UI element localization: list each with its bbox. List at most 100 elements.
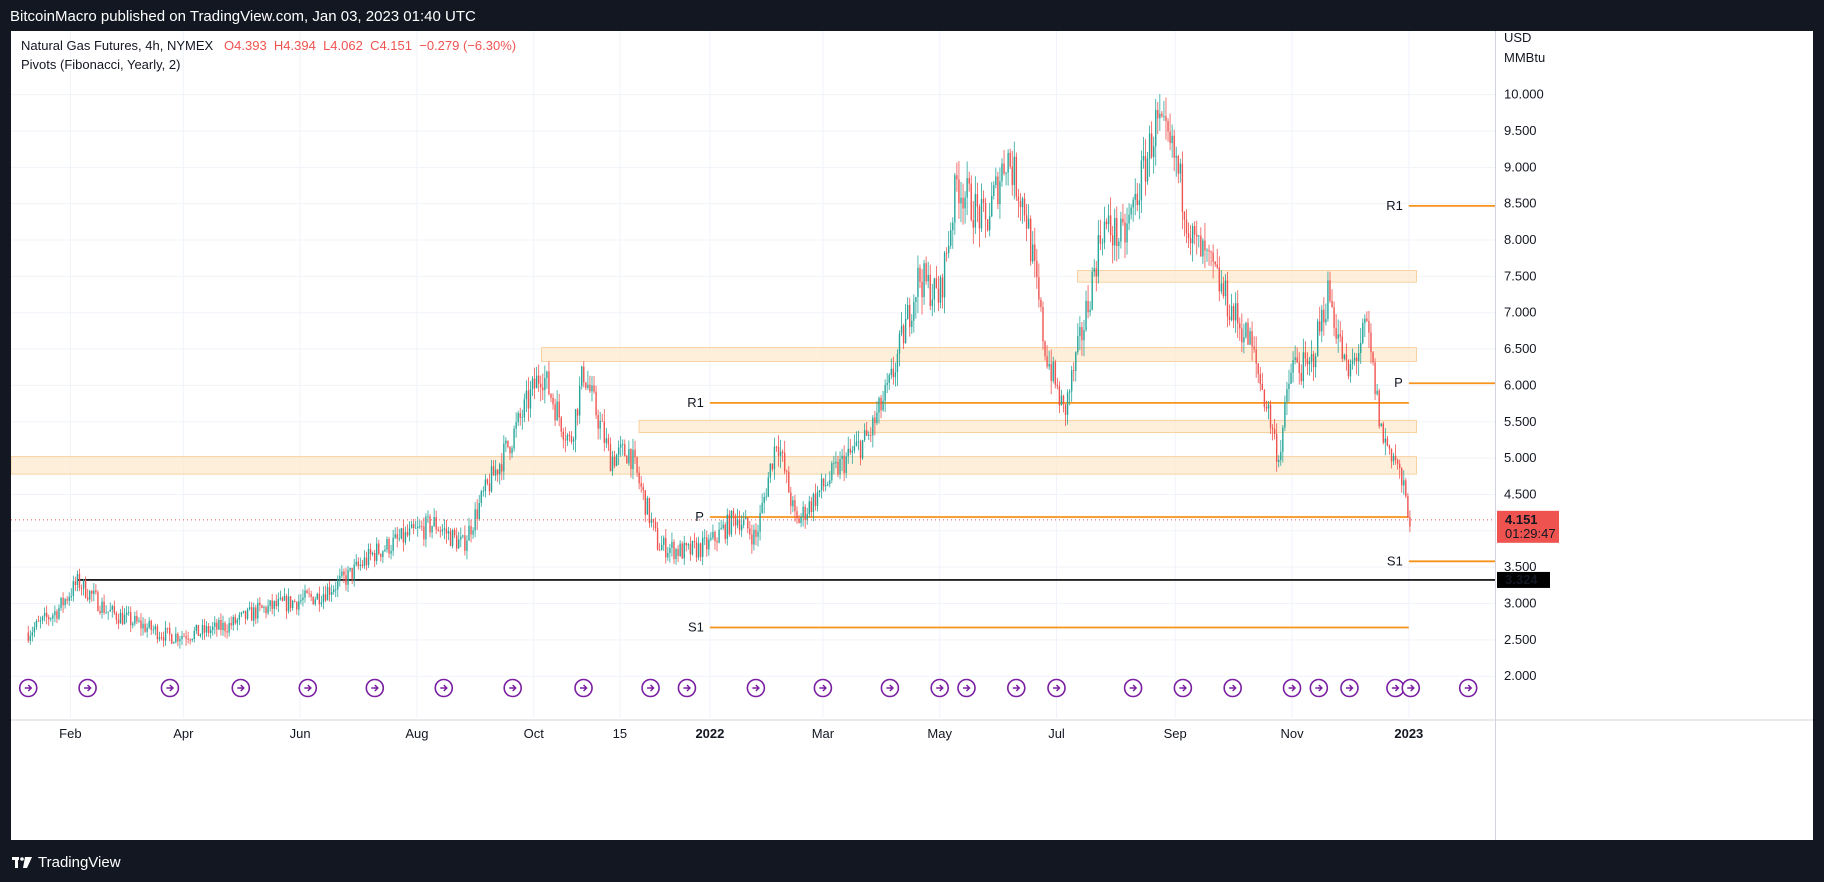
candle-body: [37, 621, 40, 622]
candle-body: [1138, 200, 1141, 205]
candle-body: [839, 458, 841, 475]
candle-body: [956, 175, 958, 180]
candle-body: [583, 366, 585, 383]
candle-body: [1353, 357, 1356, 361]
candle-body: [788, 471, 790, 493]
candle-body: [708, 539, 710, 550]
candle-body: [435, 517, 437, 530]
candle-body: [1245, 322, 1247, 338]
candle-body: [445, 528, 448, 534]
symbol-title[interactable]: Natural Gas Futures, 4h, NYMEX: [21, 38, 213, 53]
candle-body: [388, 539, 390, 554]
candle-body: [1064, 404, 1067, 415]
candle-body: [548, 371, 550, 395]
candle-body: [630, 448, 632, 470]
candle-body: [1046, 356, 1048, 367]
candle-body: [203, 625, 206, 633]
candle-body: [529, 389, 532, 409]
candle-body: [158, 637, 161, 640]
candle-body: [845, 456, 847, 473]
candle-body: [900, 325, 903, 334]
indicator-label[interactable]: Pivots (Fibonacci, Yearly, 2): [21, 57, 180, 72]
candle-body: [1060, 395, 1063, 406]
candle-body: [976, 194, 979, 207]
candle-body: [609, 444, 612, 472]
x-tick-label: 2022: [695, 726, 724, 741]
candle-body: [1251, 331, 1253, 347]
candle-body: [1321, 309, 1323, 332]
candle-body: [820, 478, 823, 491]
candle-body: [578, 386, 581, 416]
candle-body: [984, 202, 987, 220]
candle-body: [568, 434, 571, 437]
candle-body: [1259, 374, 1261, 384]
candle-body: [1403, 480, 1405, 486]
candle-body: [605, 438, 608, 443]
candle-body: [1401, 468, 1403, 486]
candle-body: [1163, 116, 1165, 117]
candle-body: [1241, 328, 1243, 343]
price-chart[interactable]: R1PS1R1PS1USDMMBtu2.0002.5003.0003.5004.…: [11, 31, 1813, 840]
candle-body: [380, 553, 382, 558]
candle-body: [1265, 407, 1268, 409]
candle-body: [537, 375, 540, 384]
candle-body: [1286, 389, 1288, 402]
candle-body: [1220, 283, 1223, 292]
candle-body: [1226, 280, 1229, 317]
candle-body: [376, 543, 378, 561]
candle-body: [1218, 267, 1220, 292]
candle-body: [546, 371, 548, 379]
candle-body: [1362, 323, 1364, 343]
candle-body: [861, 439, 864, 459]
candle-body: [619, 444, 622, 448]
candle-body: [429, 516, 431, 533]
candle-body: [1007, 152, 1009, 173]
candle-body: [1273, 429, 1276, 434]
candle-body: [453, 529, 456, 536]
candle-body: [593, 385, 595, 392]
candle-body: [1019, 201, 1022, 208]
candle-body: [117, 619, 120, 624]
candle-body: [347, 570, 349, 585]
chart-area[interactable]: R1 P S1 R1 P S1 USD MMBtu 2.000 2.500 3.000 3.500 4.…: [11, 31, 1813, 840]
candle-body: [1136, 193, 1138, 205]
candle-body: [1267, 404, 1270, 409]
candle-body: [224, 622, 226, 632]
candle-body: [427, 516, 429, 518]
candle-body: [1290, 372, 1292, 384]
candle-body: [468, 525, 470, 541]
candle-body: [54, 611, 56, 616]
candle-body: [736, 519, 739, 526]
candle-body: [1109, 215, 1112, 236]
candle-body: [369, 548, 372, 555]
candle-body: [60, 597, 62, 608]
candle-body: [1093, 268, 1095, 272]
candle-body: [499, 464, 501, 475]
candle-body: [113, 606, 116, 613]
candle-body: [542, 387, 544, 391]
candle-body: [1167, 121, 1169, 132]
candle-body: [882, 400, 884, 411]
candle-body: [1066, 392, 1069, 415]
candle-body: [1048, 363, 1050, 367]
candle-body: [870, 434, 872, 436]
candle-body: [343, 571, 345, 576]
candle-body: [601, 420, 603, 422]
candle-body: [1144, 156, 1147, 182]
candle-body: [1003, 163, 1005, 174]
candle-body: [433, 517, 435, 527]
tradingview-brand[interactable]: TradingView: [12, 854, 121, 871]
candle-body: [597, 415, 599, 429]
candle-body: [345, 575, 347, 585]
candle-body: [1009, 152, 1011, 167]
candle-body: [103, 601, 105, 613]
candle-body: [1370, 332, 1372, 353]
candle-body: [734, 516, 737, 526]
candle-body: [1314, 356, 1317, 368]
candle-body: [412, 524, 415, 528]
candle-body: [154, 626, 157, 630]
candle-body: [730, 511, 733, 535]
candle-body: [978, 206, 981, 229]
candle-body: [253, 607, 255, 621]
candle-body: [234, 616, 236, 624]
